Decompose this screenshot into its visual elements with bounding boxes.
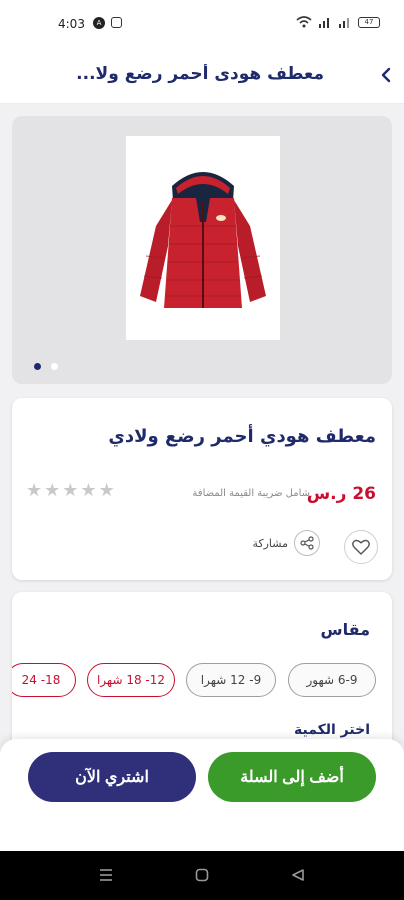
home-icon[interactable] — [195, 868, 209, 882]
back-nav-icon[interactable] — [291, 868, 305, 882]
size-option-6-9[interactable]: 6-9 شهور — [288, 663, 376, 697]
share-icon — [300, 536, 314, 550]
recent-apps-icon[interactable] — [98, 868, 114, 882]
heart-icon — [352, 539, 370, 555]
quantity-title: اختر الكمية — [294, 722, 370, 738]
buy-now-button[interactable]: اشتري الآن — [28, 752, 196, 802]
size-option-9-12[interactable]: 9- 12 شهرا — [186, 663, 276, 697]
star-icon: ★ — [62, 480, 79, 501]
share-label: مشاركة — [252, 536, 288, 550]
status-notification-icons: A — [93, 17, 122, 29]
rating-stars: ★ ★ ★ ★ ★ — [26, 480, 115, 501]
size-option-12-18[interactable]: 12- 18 شهرا — [87, 663, 175, 697]
product-info-card: معطف هودي أحمر رضع ولادي 26 ر.س شامل ضري… — [12, 398, 392, 580]
system-navigation-bar — [0, 851, 404, 900]
status-time: 4:03 — [58, 17, 85, 31]
size-option-18-24[interactable]: 18- 24 — [12, 663, 76, 697]
gallery-dot[interactable] — [51, 363, 58, 370]
app-notification-icon: A — [93, 17, 105, 29]
star-icon: ★ — [80, 480, 97, 501]
star-icon: ★ — [44, 480, 61, 501]
size-title: مقاس — [320, 620, 370, 639]
signal-icon-2 — [339, 18, 349, 28]
chevron-left-icon — [381, 67, 391, 83]
vat-note: شامل ضريبة القيمة المضافة — [192, 488, 310, 499]
gallery-pagination — [34, 363, 58, 370]
jacket-image — [140, 172, 266, 308]
product-gallery[interactable] — [12, 116, 392, 384]
wifi-icon — [296, 16, 312, 28]
product-name: معطف هودي أحمر رضع ولادي — [108, 426, 376, 447]
share-button[interactable]: مشاركة — [252, 530, 320, 556]
page-title: معطف هودى أحمر رضع ولا... — [76, 64, 324, 84]
status-system-icons: 47 — [296, 16, 380, 28]
back-button[interactable] — [374, 62, 398, 88]
bottom-action-bar: أضف إلى السلة اشتري الآن — [0, 739, 404, 851]
battery-icon: 47 — [358, 16, 380, 28]
favorite-button[interactable] — [344, 530, 378, 564]
gallery-dot-active[interactable] — [34, 363, 41, 370]
instagram-icon — [111, 17, 122, 28]
share-icon-wrapper — [294, 530, 320, 556]
product-image[interactable] — [126, 136, 280, 340]
product-price: 26 ر.س — [306, 484, 376, 504]
status-bar: 4:03 A 47 — [0, 0, 404, 48]
star-icon: ★ — [98, 480, 115, 501]
header: معطف هودى أحمر رضع ولا... — [0, 48, 404, 104]
add-to-cart-button[interactable]: أضف إلى السلة — [208, 752, 376, 802]
star-icon: ★ — [26, 480, 43, 501]
signal-icon — [319, 18, 329, 28]
